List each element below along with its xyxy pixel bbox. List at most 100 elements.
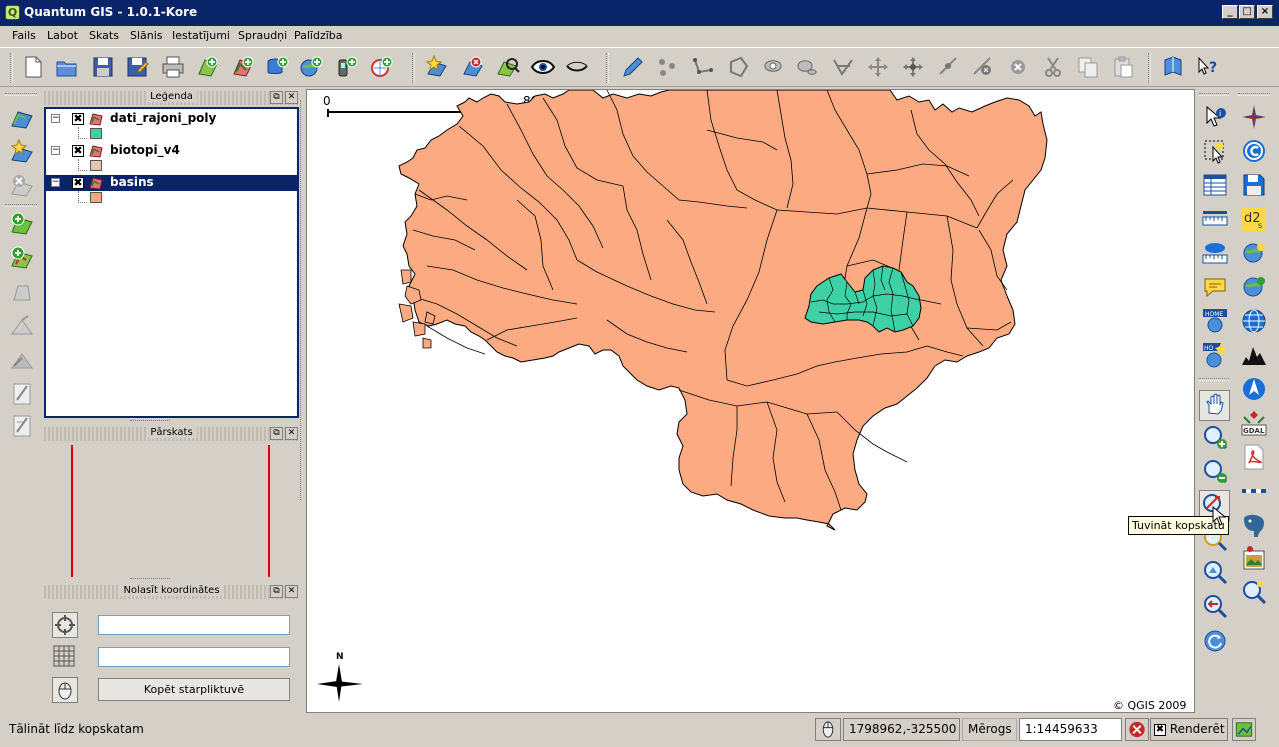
legend-layer-row[interactable]: − ✖ dati_rajoni_poly — [46, 111, 297, 127]
zoom-last-button[interactable] — [1201, 593, 1229, 621]
map-drawing[interactable]: 0 800 km — [307, 90, 1195, 713]
add-vector-tool-button[interactable] — [8, 210, 36, 238]
add-vector-layer-button[interactable] — [230, 54, 256, 80]
hide-all-layers-button[interactable] — [564, 54, 590, 80]
remove-layer-tool-button[interactable] — [8, 172, 36, 200]
menu-palidziba[interactable]: Palīdzība — [294, 29, 343, 42]
collapse-icon[interactable]: − — [51, 178, 60, 187]
track-mouse-button[interactable] — [52, 677, 78, 703]
help-contents-button[interactable] — [1160, 54, 1186, 80]
coordinate-toggle-icon[interactable] — [815, 718, 841, 741]
legend-layer-row-selected[interactable]: − ✖ basins — [46, 175, 297, 191]
menu-fails[interactable]: Fails — [12, 29, 36, 42]
set-home-view-button[interactable]: HO — [1201, 341, 1229, 369]
undock-panel-icon[interactable]: ⧉ — [270, 91, 283, 104]
whats-this-button[interactable]: ? — [1195, 54, 1221, 80]
render-toggle[interactable]: ✖ Renderēt — [1150, 718, 1228, 741]
digitize-tool-button[interactable] — [8, 104, 36, 132]
attribute-edit-button[interactable] — [8, 412, 36, 440]
close-panel-icon[interactable]: ✕ — [285, 91, 298, 104]
capture-polygon-button[interactable] — [725, 54, 751, 80]
add-ring-button[interactable] — [760, 54, 786, 80]
grid-crs-icon[interactable] — [52, 644, 78, 670]
show-all-layers-button[interactable] — [530, 54, 556, 80]
north-arrow-plugin-icon[interactable] — [1240, 103, 1268, 131]
move-feature-button[interactable] — [865, 54, 891, 80]
splitter-grip[interactable] — [130, 578, 170, 581]
globe-plugin-icon[interactable] — [1240, 307, 1268, 335]
legend-layer-row[interactable]: − ✖ biotopi_v4 — [46, 143, 297, 159]
crosshair-capture-button[interactable] — [52, 612, 78, 638]
gps-plugin-icon[interactable] — [1240, 273, 1268, 301]
add-island-button[interactable] — [794, 54, 820, 80]
render-checkbox[interactable]: ✖ — [1154, 723, 1166, 736]
select-features-button[interactable] — [1201, 137, 1229, 165]
collapse-icon[interactable]: − — [51, 146, 60, 155]
menu-iestatijumi[interactable]: Iestatījumi — [172, 29, 230, 42]
add-wfs-layer-button[interactable] — [368, 54, 394, 80]
edit-layer-button[interactable] — [8, 380, 36, 408]
georeferencer-plugin-icon[interactable] — [1240, 545, 1268, 573]
capture-line-button[interactable] — [690, 54, 716, 80]
copy-to-clipboard-button[interactable]: Kopēt starpliktuvē — [98, 678, 290, 701]
capture-point-button[interactable] — [654, 54, 680, 80]
add-wms-layer-button[interactable] — [298, 54, 324, 80]
collapse-icon[interactable]: − — [51, 114, 60, 123]
home-view-button[interactable]: HOME — [1201, 307, 1229, 335]
save-as-button[interactable] — [124, 54, 150, 80]
add-vertex-button[interactable] — [936, 54, 962, 80]
new-shapefile-button[interactable] — [8, 138, 36, 166]
open-project-button[interactable] — [54, 54, 80, 80]
measure-line-button[interactable] — [1201, 205, 1229, 233]
zoom-to-selection-button[interactable] — [1201, 559, 1229, 587]
undock-panel-icon[interactable]: ⧉ — [270, 427, 283, 440]
splitter-grip[interactable] — [130, 420, 170, 423]
close-button[interactable]: × — [1257, 5, 1273, 19]
toggle-editing-button[interactable] — [620, 54, 646, 80]
map-tips-button[interactable] — [1201, 273, 1229, 301]
open-attribute-table-button[interactable] — [1201, 171, 1229, 199]
layer-visibility-checkbox[interactable]: ✖ — [72, 145, 84, 157]
stop-render-button[interactable] — [1125, 718, 1149, 741]
quick-search-plugin-icon[interactable] — [1240, 579, 1268, 607]
postgis-plugin-icon[interactable] — [1240, 511, 1268, 539]
identify-features-button[interactable]: i — [1201, 103, 1229, 131]
dxf2shp-plugin-icon[interactable]: d2 s — [1240, 205, 1268, 233]
delete-vertex-button[interactable] — [970, 54, 996, 80]
menu-spraudni[interactable]: Spraudņi — [238, 29, 287, 42]
add-all-to-overview-button[interactable] — [495, 54, 521, 80]
remove-layer-button[interactable] — [460, 54, 486, 80]
layer-properties-button[interactable] — [8, 278, 36, 306]
minimize-button[interactable]: _ — [1222, 5, 1238, 19]
pdf-export-plugin-icon[interactable] — [1240, 443, 1268, 471]
add-gps-layer-button[interactable] — [334, 54, 360, 80]
terrain-profile-plugin-icon[interactable] — [1240, 341, 1268, 369]
projection-status-icon[interactable] — [1232, 718, 1256, 741]
layer-name[interactable]: basins — [110, 175, 154, 189]
gdal-tools-plugin-icon[interactable]: GDAL — [1240, 409, 1268, 437]
add-raster-layer-button[interactable] — [195, 54, 221, 80]
zoom-in-button[interactable] — [1201, 424, 1229, 452]
copyright-label-plugin-icon[interactable] — [1240, 137, 1268, 165]
menu-slanis[interactable]: Slānis — [130, 29, 163, 42]
measure-area-button[interactable] — [1201, 239, 1229, 267]
coord-field-map-crs[interactable] — [98, 615, 290, 635]
scale-input[interactable]: 1:14459633 — [1019, 718, 1122, 741]
menu-labot[interactable]: Labot — [47, 29, 78, 42]
menu-skats[interactable]: Skats — [89, 29, 119, 42]
cut-features-button[interactable] — [1040, 54, 1066, 80]
close-panel-icon[interactable]: ✕ — [285, 427, 298, 440]
navigation-plugin-icon[interactable] — [1240, 375, 1268, 403]
print-button[interactable] — [160, 54, 186, 80]
zoom-out-button[interactable] — [1201, 458, 1229, 486]
map-canvas[interactable]: 0 800 km — [306, 89, 1195, 713]
layer-visibility-checkbox[interactable]: ✖ — [72, 177, 84, 189]
refresh-map-button[interactable] — [1201, 627, 1229, 655]
undock-panel-icon[interactable]: ⧉ — [270, 585, 283, 598]
save-to-disk-plugin-icon[interactable] — [1240, 171, 1268, 199]
layer-visibility-checkbox[interactable]: ✖ — [72, 113, 84, 125]
overview-map[interactable] — [44, 443, 299, 581]
add-raster-tool-button[interactable] — [8, 244, 36, 272]
add-postgis-layer-button[interactable] — [264, 54, 290, 80]
pan-map-button[interactable] — [1199, 390, 1230, 421]
